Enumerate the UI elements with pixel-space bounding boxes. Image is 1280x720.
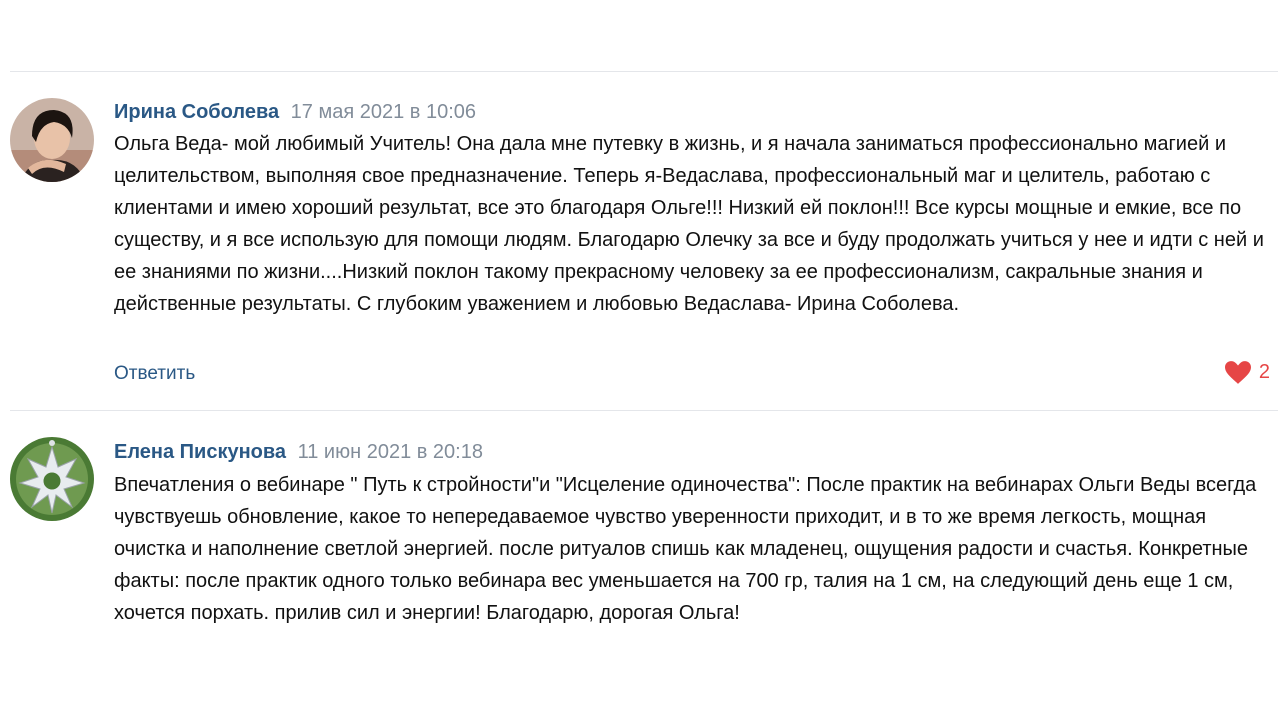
comment-date[interactable]: 17 мая 2021 в 10:06 xyxy=(291,101,476,123)
comment-text: Ольга Веда- мой любимый Учитель! Она дал… xyxy=(114,133,1264,315)
author-name[interactable]: Ирина Соболева xyxy=(114,101,279,123)
heart-icon xyxy=(1224,361,1251,384)
like-button[interactable]: 2 xyxy=(1224,361,1270,384)
reply-button[interactable]: Ответить xyxy=(114,363,195,385)
comment-header: Елена Пискунова 11 июн 2021 в 20:18 xyxy=(114,440,483,464)
likes-count: 2 xyxy=(1258,361,1270,383)
comment-text: Впечатления о вебинаре " Путь к стройнос… xyxy=(114,474,1257,624)
avatar-irina[interactable] xyxy=(10,98,94,182)
comment-date[interactable]: 11 июн 2021 в 20:18 xyxy=(298,441,483,463)
author-name[interactable]: Елена Пискунова xyxy=(114,441,286,463)
top-divider xyxy=(10,71,1278,72)
comment-header: Ирина Соболева 17 мая 2021 в 10:06 xyxy=(114,100,476,124)
comment-divider xyxy=(10,410,1278,411)
avatar-elena[interactable] xyxy=(10,437,94,521)
